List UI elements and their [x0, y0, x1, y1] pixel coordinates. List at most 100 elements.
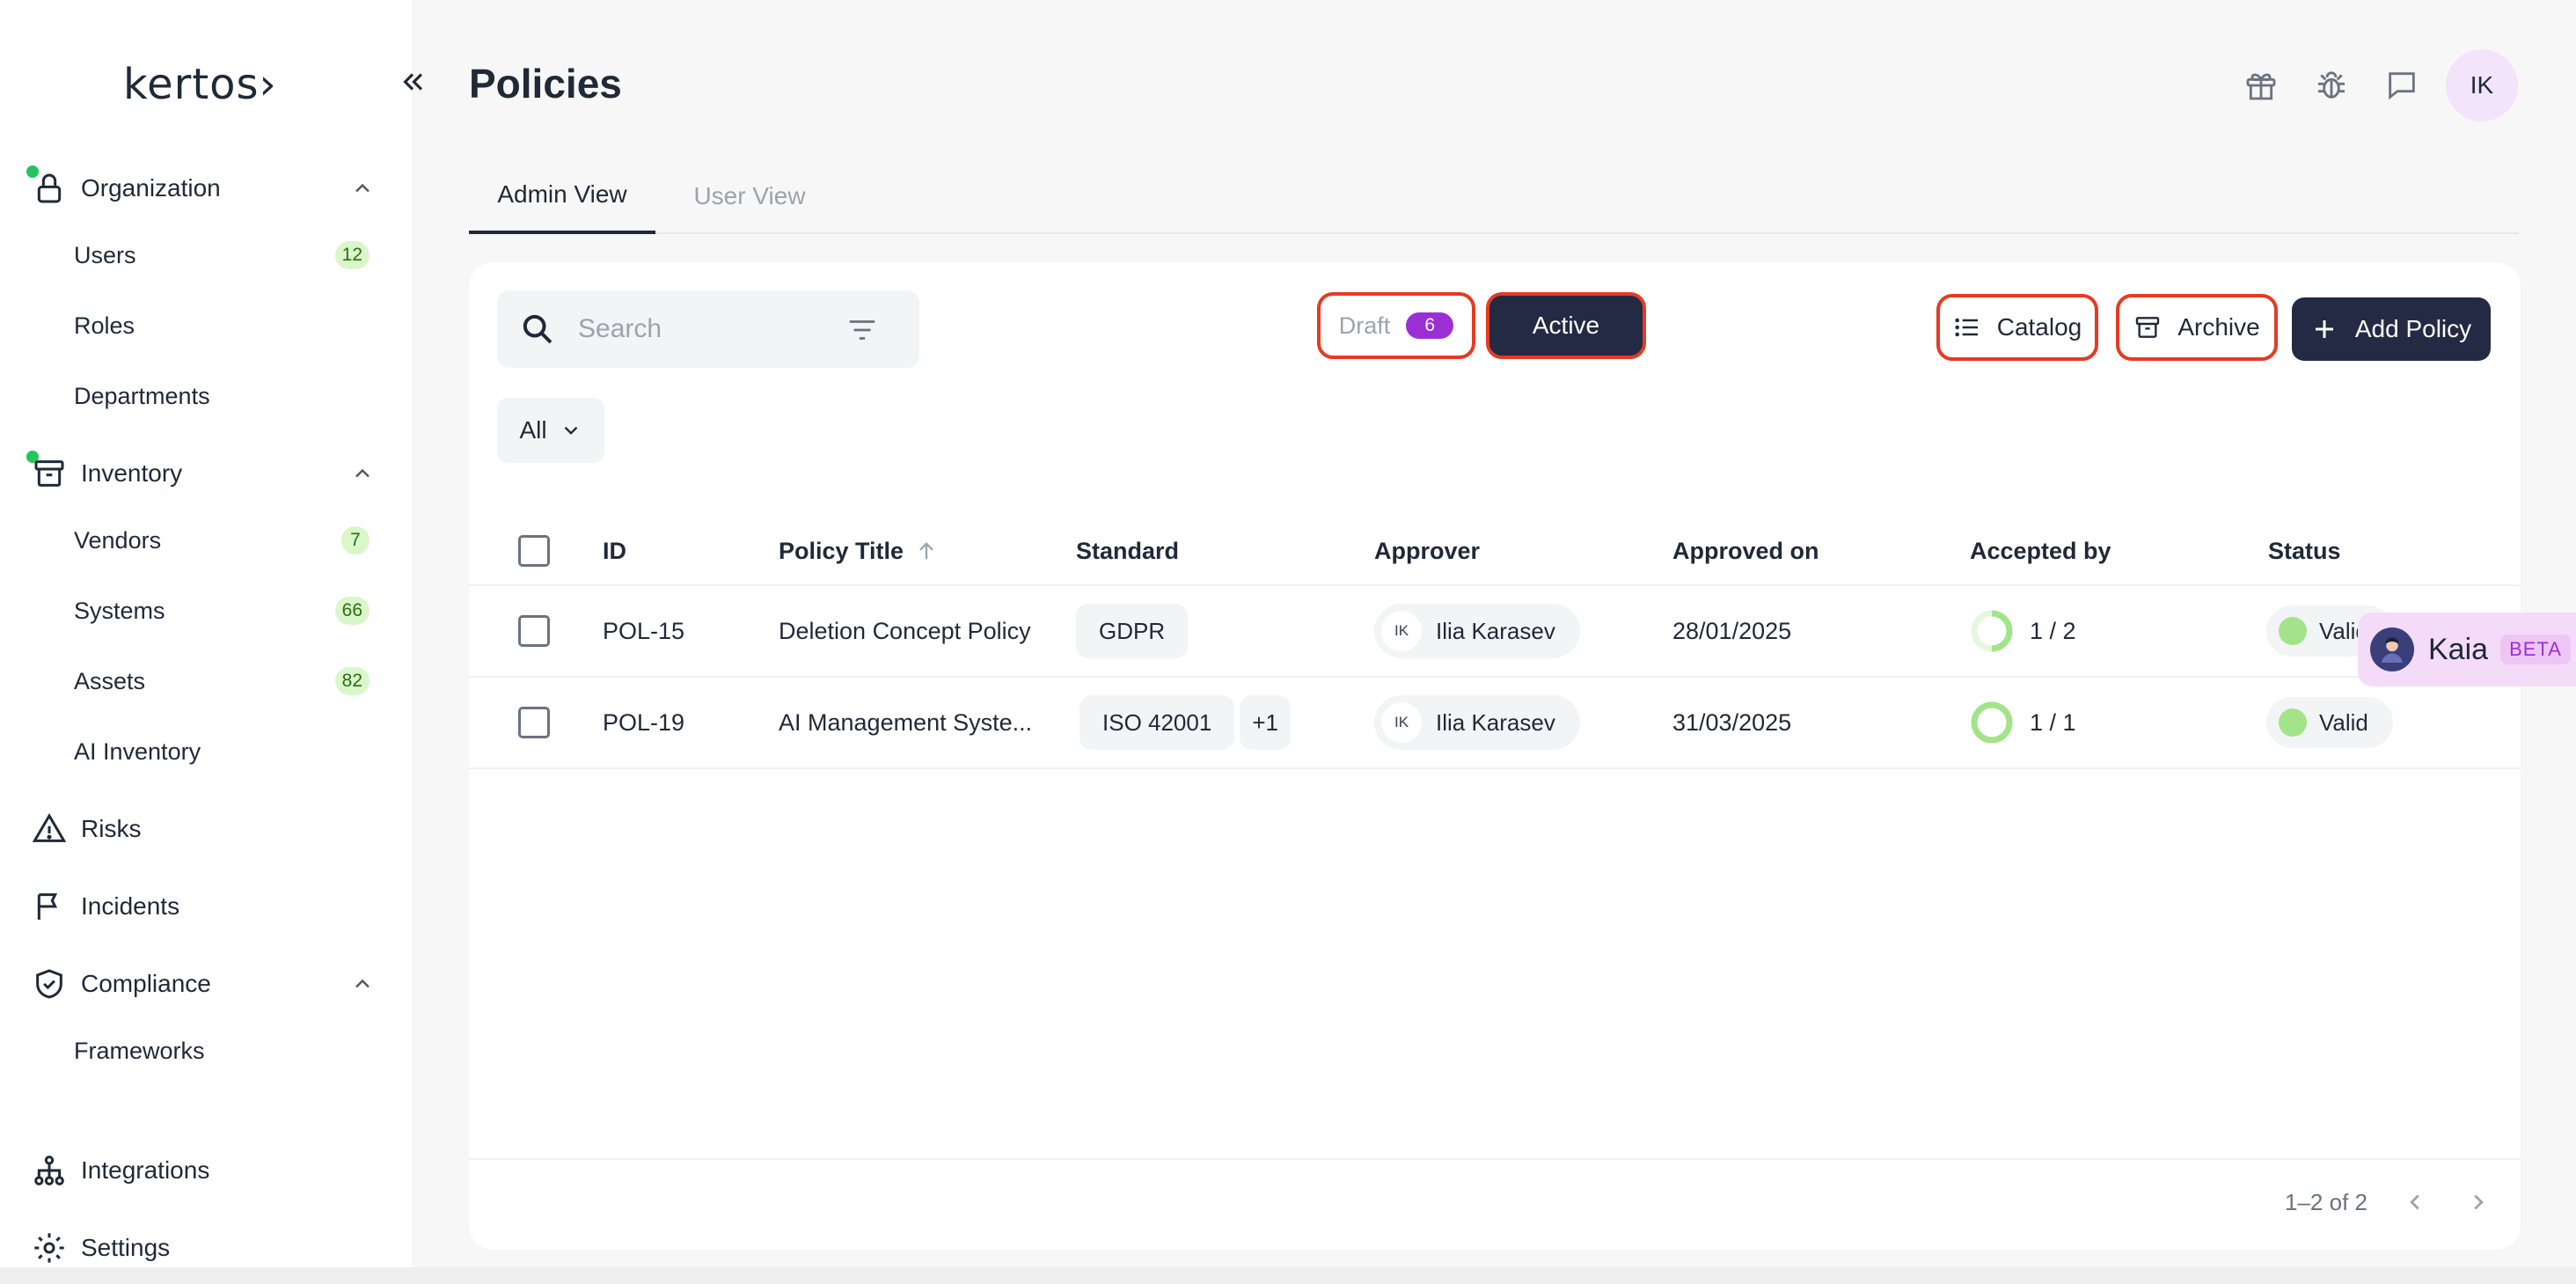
active-toggle-button[interactable]: Active: [1486, 292, 1646, 359]
row-checkbox[interactable]: [518, 615, 550, 647]
sidebar-item-label: Vendors: [74, 526, 162, 554]
catalog-label: Catalog: [1996, 313, 2082, 341]
gift-button[interactable]: [2226, 50, 2296, 121]
status-filter-dropdown[interactable]: All: [497, 398, 604, 463]
accepted-by-cell: 1 / 2: [1970, 586, 2076, 676]
search-icon: [523, 314, 553, 344]
user-avatar[interactable]: IK: [2446, 49, 2518, 121]
chevron-up-icon[interactable]: [350, 972, 375, 996]
assets-count-badge: 82: [334, 667, 370, 695]
messages-button[interactable]: [2367, 50, 2437, 121]
double-chevron-left-icon: [403, 73, 423, 91]
chevron-down-icon: [564, 426, 577, 435]
column-header-policy-title[interactable]: Policy Title: [779, 517, 939, 584]
tab-user-view[interactable]: User View: [684, 158, 816, 234]
standard-cell: GDPR: [1076, 586, 1189, 676]
filter-icon[interactable]: [845, 313, 879, 347]
lock-icon: [37, 173, 62, 203]
sidebar-item-systems[interactable]: Systems 66: [0, 579, 412, 642]
sidebar-item-assets[interactable]: Assets 82: [0, 649, 412, 713]
status-dot: [2279, 708, 2307, 737]
next-page-button[interactable]: [2463, 1186, 2494, 1218]
sidebar-item-frameworks[interactable]: Frameworks: [0, 1019, 412, 1082]
kaia-assistant-button[interactable]: Kaia BETA: [2358, 613, 2576, 686]
plus-icon: [2315, 320, 2333, 338]
pagination-range: 1–2 of 2: [2285, 1188, 2367, 1215]
collapse-sidebar-button[interactable]: [394, 63, 431, 100]
column-header-accepted-by[interactable]: Accepted by: [1970, 517, 2111, 584]
table-row[interactable]: POL-19 AI Management Syste... ISO 42001 …: [469, 678, 2521, 769]
sort-ascending-icon: [919, 542, 933, 560]
sidebar-item-ai-inventory[interactable]: AI Inventory: [0, 720, 412, 783]
standard-more-chip[interactable]: +1: [1240, 695, 1291, 750]
sidebar-section-label: Inventory: [81, 459, 183, 487]
sidebar-section-label: Incidents: [81, 892, 180, 920]
approver-cell: IK Ilia Karasev: [1374, 586, 1580, 676]
sidebar-item-label: AI Inventory: [74, 737, 201, 765]
policy-title[interactable]: Deletion Concept Policy: [779, 586, 1031, 676]
draft-label: Draft: [1338, 312, 1391, 339]
policy-title[interactable]: AI Management Syste...: [779, 678, 1032, 767]
approver-name: Ilia Karasev: [1436, 708, 1555, 736]
policy-id: POL-19: [603, 708, 685, 736]
sidebar-section-label: Organization: [81, 174, 221, 202]
column-header-approver[interactable]: Approver: [1374, 517, 1480, 584]
sidebar-section-integrations[interactable]: Integrations: [0, 1135, 412, 1206]
status-cell: Valid: [2266, 678, 2393, 767]
draft-toggle-button[interactable]: Draft 6: [1317, 292, 1475, 359]
sidebar-item-users[interactable]: Users 12: [0, 224, 412, 287]
chevron-up-icon[interactable]: [350, 461, 375, 486]
sidebar-section-incidents[interactable]: Incidents: [0, 871, 412, 942]
network-icon: [34, 1156, 64, 1185]
tab-admin-view[interactable]: Admin View: [469, 158, 655, 234]
sidebar-section-organization[interactable]: Organization: [0, 153, 412, 224]
row-checkbox[interactable]: [518, 707, 550, 738]
sidebar-section-inventory[interactable]: Inventory: [0, 438, 412, 509]
table-row[interactable]: POL-15 Deletion Concept Policy GDPR IK I…: [469, 586, 2521, 678]
status-badge: Valid: [2266, 697, 2393, 748]
sidebar-section-compliance[interactable]: Compliance: [0, 949, 412, 1019]
status-dot: [2279, 617, 2307, 645]
column-header-status[interactable]: Status: [2268, 517, 2341, 584]
kaia-avatar: [2370, 627, 2414, 671]
sidebar-item-vendors[interactable]: Vendors 7: [0, 509, 412, 572]
person-icon: [2382, 637, 2403, 663]
column-header-label: Policy Title: [779, 537, 904, 564]
sidebar-item-label: Assets: [74, 667, 146, 694]
sidebar-item-roles[interactable]: Roles: [0, 294, 412, 357]
approver-name: Ilia Karasev: [1436, 617, 1555, 644]
accepted-count: 1 / 2: [2030, 617, 2076, 644]
add-policy-label: Add Policy: [2354, 315, 2472, 342]
sidebar-item-label: Frameworks: [74, 1037, 205, 1064]
approver-avatar: IK: [1381, 611, 1422, 651]
report-bug-button[interactable]: [2296, 50, 2367, 121]
app-logo[interactable]: kertos›: [123, 60, 277, 109]
select-all-checkbox[interactable]: [518, 535, 550, 567]
catalog-button[interactable]: Catalog: [1936, 294, 2098, 361]
row-select-cell: [518, 678, 550, 767]
filter-selected-value: All: [519, 416, 547, 444]
previous-page-button[interactable]: [2399, 1186, 2431, 1218]
approved-on-date: 31/03/2025: [1672, 708, 1792, 736]
column-header-standard[interactable]: Standard: [1076, 517, 1179, 584]
beta-badge: BETA: [2500, 635, 2571, 664]
column-header-id[interactable]: ID: [603, 517, 626, 584]
archive-label: Archive: [2177, 313, 2260, 341]
column-header-approved-on[interactable]: Approved on: [1672, 517, 1819, 584]
archive-button[interactable]: Archive: [2116, 294, 2278, 361]
sidebar-section-risks[interactable]: Risks: [0, 794, 412, 864]
sidebar-item-departments[interactable]: Departments: [0, 364, 412, 428]
approver-chip: IK Ilia Karasev: [1374, 695, 1580, 750]
status-label: Valid: [2319, 708, 2368, 736]
list-icon: [1955, 318, 1978, 337]
search-box: [497, 290, 919, 368]
sidebar-item-label: Roles: [74, 312, 135, 339]
chevron-up-icon[interactable]: [350, 176, 375, 201]
chevron-left-icon: [2410, 1194, 2419, 1210]
sidebar-section-label: Settings: [81, 1234, 171, 1261]
acceptance-progress-ring: [1971, 701, 2013, 744]
add-policy-button[interactable]: Add Policy: [2292, 297, 2491, 361]
sidebar: kertos› Organization Users 12 Roles Depa…: [0, 0, 412, 1284]
sidebar-item-label: Departments: [74, 382, 210, 409]
search-input[interactable]: [578, 306, 833, 352]
